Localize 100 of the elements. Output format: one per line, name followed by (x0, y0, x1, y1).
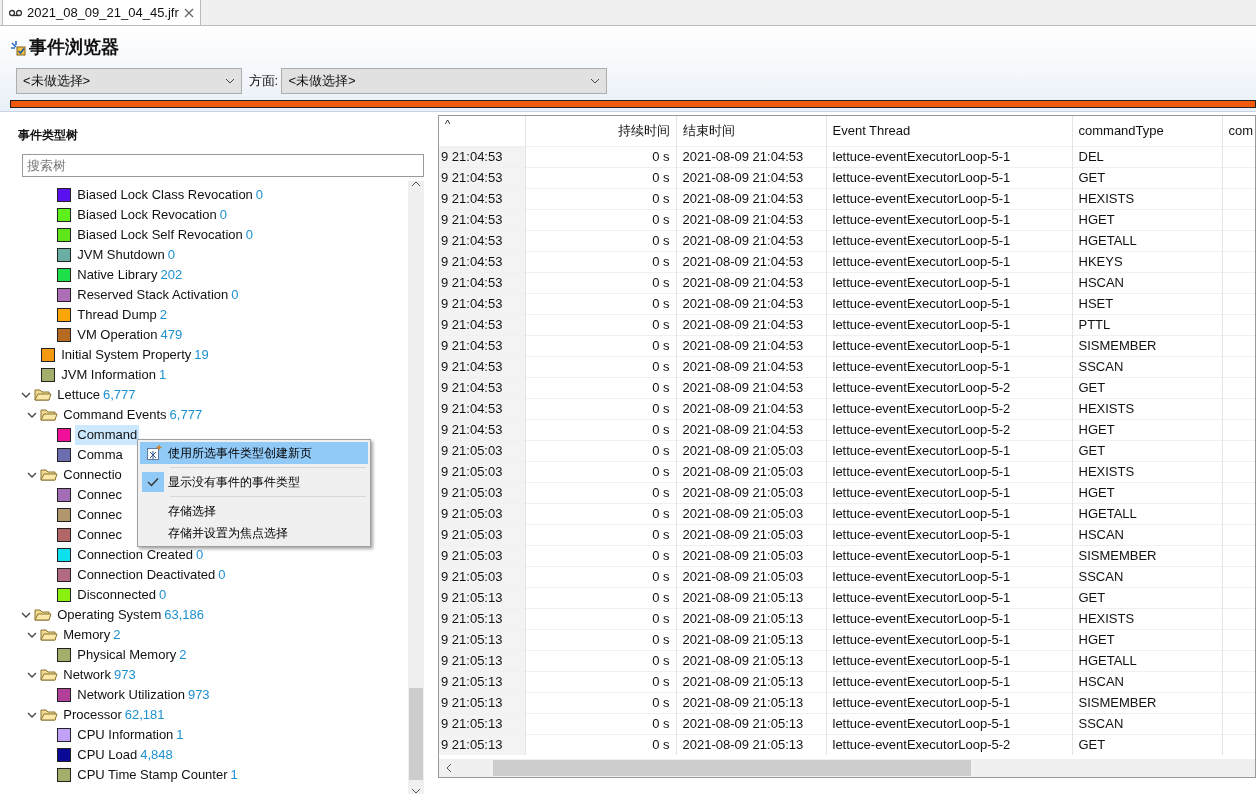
column-header[interactable]: Event Thread (826, 116, 1072, 146)
tree-item[interactable]: Comma (75, 445, 125, 465)
tree-item[interactable]: Command (75, 425, 140, 445)
menu-item[interactable]: 显示没有事件的事件类型 (140, 471, 368, 493)
tree-item[interactable]: Connec (75, 525, 125, 545)
tree-item[interactable]: Physical Memory 2 (75, 645, 189, 665)
table-cell: 9 21:05:13 (439, 629, 525, 650)
table-cell: 0 s (525, 356, 676, 377)
table-cell: 2021-08-09 21:04:53 (676, 167, 826, 188)
table-cell: lettuce-eventExecutorLoop-5-1 (826, 335, 1072, 356)
menu-item[interactable]: 存储并设置为焦点选择 (140, 522, 368, 544)
scroll-down-icon[interactable] (411, 788, 421, 794)
tree-item[interactable]: CPU Load 4,848 (75, 745, 175, 765)
table-cell: 0 s (525, 398, 676, 419)
scrollbar-thumb[interactable] (493, 760, 971, 776)
table-cell: 9 21:04:53 (439, 293, 525, 314)
tree-item[interactable]: Biased Lock Revocation 0 (75, 205, 229, 225)
tree-item[interactable]: Network Utilization 973 (75, 685, 212, 705)
tree-item[interactable]: CPU Information 1 (75, 725, 186, 745)
tree-item[interactable]: JVM Information 1 (59, 365, 169, 385)
search-field[interactable]: 搜索树 (22, 154, 424, 177)
aspect-dropdown[interactable]: <未做选择> (281, 67, 608, 94)
tree-title: 事件类型树 (18, 127, 79, 144)
table-cell: 2021-08-09 21:04:53 (676, 398, 826, 419)
tree-item[interactable]: Reserved Stack Activation 0 (75, 285, 241, 305)
table-cell: lettuce-eventExecutorLoop-5-1 (826, 146, 1072, 167)
table-cell: 9 21:04:53 (439, 209, 525, 230)
chevron-icon[interactable] (21, 612, 31, 618)
tree-item[interactable]: Operating System 63,186 (55, 605, 207, 625)
folder-icon (34, 608, 52, 622)
event-browser-icon (10, 39, 26, 56)
close-icon[interactable] (183, 7, 194, 18)
chevron-icon[interactable] (27, 712, 37, 718)
horizontal-scrollbar[interactable] (439, 759, 1255, 777)
editor-tab[interactable]: 2021_08_09_21_04_45.jfr (2, 0, 201, 25)
table-cell: HGET (1072, 629, 1222, 650)
table-cell: lettuce-eventExecutorLoop-5-1 (826, 587, 1072, 608)
table-cell: GET (1072, 377, 1222, 398)
table-cell: 9 21:05:03 (439, 503, 525, 524)
scroll-up-icon[interactable] (411, 181, 421, 187)
column-header[interactable]: 持续时间 (525, 116, 676, 146)
menu-item[interactable]: 使用所选事件类型创建新页 (140, 442, 368, 464)
tree-item[interactable]: Connec (75, 485, 125, 505)
table-cell: 2021-08-09 21:04:53 (676, 272, 826, 293)
tree-item[interactable]: VM Operation 479 (75, 325, 185, 345)
vertical-scrollbar[interactable] (408, 181, 424, 794)
tree-item[interactable]: Network 973 (61, 665, 138, 685)
column-header[interactable]: commandType (1072, 116, 1222, 146)
table-cell: 9 21:04:53 (439, 398, 525, 419)
table-cell: 0 s (525, 503, 676, 524)
table-cell: lettuce-eventExecutorLoop-5-1 (826, 566, 1072, 587)
table-cell: lettuce-eventExecutorLoop-5-1 (826, 167, 1072, 188)
tree-item[interactable]: Connection Deactivated 0 (75, 565, 228, 585)
tree-item[interactable]: Connectio (61, 465, 124, 485)
event-filter-dropdown[interactable]: <未做选择> (16, 67, 242, 94)
column-header[interactable]: com (1222, 116, 1255, 146)
chevron-icon[interactable] (27, 672, 37, 678)
tree-item[interactable]: Native Library 202 (75, 265, 185, 285)
chevron-icon[interactable] (27, 632, 37, 638)
table-cell: lettuce-eventExecutorLoop-5-1 (826, 608, 1072, 629)
tree-item[interactable]: Memory 2 (61, 625, 123, 645)
table-cell: 9 21:04:53 (439, 419, 525, 440)
table-cell: 0 s (525, 650, 676, 671)
tree-item[interactable]: Connection Created 0 (75, 545, 206, 565)
menu-item[interactable]: 存储选择 (140, 500, 368, 522)
table-cell: 0 s (525, 146, 676, 167)
table-cell: 2021-08-09 21:05:13 (676, 671, 826, 692)
table-cell: lettuce-eventExecutorLoop-5-2 (826, 398, 1072, 419)
table-cell: lettuce-eventExecutorLoop-5-2 (826, 419, 1072, 440)
tree-item[interactable]: Lettuce 6,777 (55, 385, 138, 405)
chevron-icon[interactable] (27, 412, 37, 418)
chevron-icon[interactable] (21, 392, 31, 398)
folder-icon (40, 628, 58, 642)
table-cell: lettuce-eventExecutorLoop-5-1 (826, 356, 1072, 377)
tree-item[interactable]: Biased Lock Self Revocation 0 (75, 225, 255, 245)
tree-item[interactable]: Command Events 6,777 (61, 405, 205, 425)
table-cell: 9 21:04:53 (439, 146, 525, 167)
tree-item[interactable]: Processor 62,181 (61, 705, 167, 725)
table-cell: HEXISTS (1072, 461, 1222, 482)
tree-item[interactable]: Biased Lock Class Revocation 0 (75, 185, 266, 205)
tree-item[interactable]: JVM Shutdown 0 (75, 245, 177, 265)
table-cell: 0 s (525, 230, 676, 251)
table-cell: 9 21:05:13 (439, 608, 525, 629)
table-cell: 0 s (525, 713, 676, 734)
tree-item[interactable]: Disconnected 0 (75, 585, 169, 605)
tree-item[interactable]: Connec (75, 505, 125, 525)
table-cell: 2021-08-09 21:05:03 (676, 440, 826, 461)
column-header[interactable]: 结束时间 (676, 116, 826, 146)
tree-item[interactable]: Initial System Property 19 (59, 345, 211, 365)
tree-item[interactable]: CPU Time Stamp Counter 1 (75, 765, 240, 785)
chevron-icon[interactable] (27, 472, 37, 478)
tree-item[interactable]: Thread Dump 2 (75, 305, 169, 325)
table-cell: 0 s (525, 524, 676, 545)
table-cell: lettuce-eventExecutorLoop-5-1 (826, 461, 1072, 482)
table-cell: 2021-08-09 21:05:13 (676, 587, 826, 608)
table-cell: lettuce-eventExecutorLoop-5-1 (826, 272, 1072, 293)
table-cell: 2021-08-09 21:05:13 (676, 734, 826, 755)
table-cell: 0 s (525, 419, 676, 440)
table-cell: 9 21:04:53 (439, 356, 525, 377)
scrollbar-thumb[interactable] (409, 688, 423, 780)
